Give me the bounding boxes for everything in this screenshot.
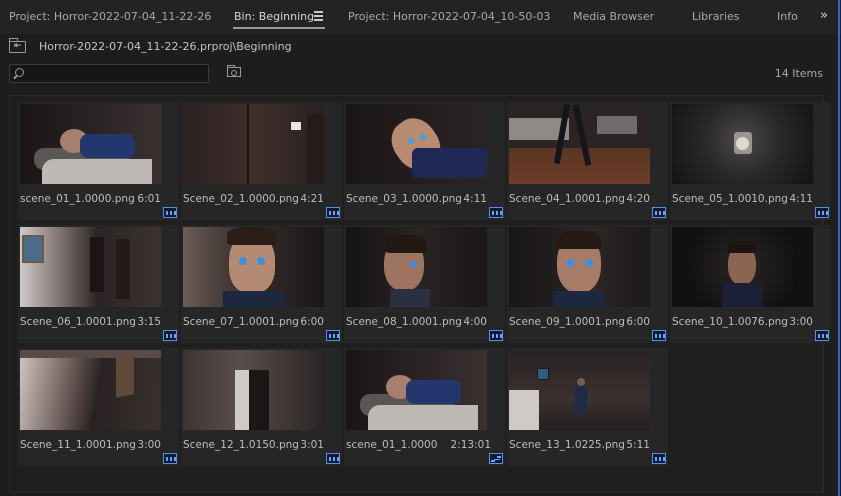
clip-duration: 3:00 (789, 316, 813, 328)
clip-thumbnail (183, 227, 324, 307)
clip-tile[interactable]: Scene_08_1.0001.png 4:00 (344, 225, 505, 343)
film-frames-icon (326, 330, 340, 341)
film-frames-icon (163, 207, 177, 218)
clip-thumbnail (183, 104, 324, 184)
clip-tile[interactable]: Scene_12_1.0150.png 3:01 (181, 348, 342, 466)
tab-info[interactable]: Info (777, 10, 798, 26)
clip-tile[interactable]: Scene_13_1.0225.png 5:11 (507, 348, 668, 466)
panel-overflow-icon[interactable]: » (820, 8, 828, 23)
clip-name: Scene_13_1.0225.png (509, 439, 625, 451)
clip-thumbnail (672, 227, 813, 307)
panel-focus-border (838, 0, 840, 496)
tab-project-horror-11-22-26[interactable]: Project: Horror-2022-07-04_11-22-26 (9, 10, 211, 26)
clip-tile[interactable]: Scene_11_1.0001.png 3:00 (18, 348, 179, 466)
clip-tile[interactable]: Scene_04_1.0001.png 4:20 (507, 102, 668, 220)
clip-thumbnail (509, 104, 650, 184)
clip-thumbnail (346, 227, 487, 307)
clip-name: Scene_06_1.0001.png (20, 316, 136, 328)
clip-duration: 3:01 (300, 439, 324, 451)
clip-name: scene_01_1.0000.png (20, 193, 135, 205)
clip-name: Scene_10_1.0076.png (672, 316, 788, 328)
clip-thumbnail (509, 350, 650, 430)
bin-path: Horror-2022-07-04_11-22-26.prproj\Beginn… (39, 40, 292, 53)
film-frames-icon (652, 453, 666, 464)
film-frames-icon (163, 453, 177, 464)
clip-name: Scene_04_1.0001.png (509, 193, 625, 205)
clip-duration: 4:11 (789, 193, 813, 205)
film-frames-icon (815, 207, 829, 218)
search-field[interactable] (9, 64, 209, 83)
clip-thumbnail (183, 350, 324, 430)
clip-duration: 4:21 (300, 193, 324, 205)
clip-thumbnail (346, 104, 487, 184)
clip-tile[interactable]: Scene_07_1.0001.png 6:00 (181, 225, 342, 343)
clip-duration: 4:20 (626, 193, 650, 205)
clip-name: scene_01_1.0000 (346, 439, 438, 451)
clip-name: Scene_02_1.0000.png (183, 193, 299, 205)
clip-thumbnail (20, 350, 161, 430)
film-frames-icon (326, 207, 340, 218)
clip-duration: 2:13:01 (450, 439, 491, 451)
clip-tile[interactable]: Scene_05_1.0010.png 4:11 (670, 102, 831, 220)
sequence-icon (489, 453, 503, 464)
tab-bin-beginning[interactable]: Bin: Beginning (234, 10, 314, 26)
clip-thumbnail (346, 350, 487, 430)
clip-thumbnail (509, 227, 650, 307)
clip-tile[interactable]: scene_01_1.0000.png 6:01 (18, 102, 179, 220)
clip-name: Scene_11_1.0001.png (20, 439, 136, 451)
clip-duration: 6:00 (300, 316, 324, 328)
navigate-up-icon[interactable]: ⇤ (9, 38, 26, 53)
film-frames-icon (815, 330, 829, 341)
clip-thumbnail (672, 104, 813, 184)
clip-name: Scene_12_1.0150.png (183, 439, 299, 451)
clip-tile[interactable]: Scene_10_1.0076.png 3:00 (670, 225, 831, 343)
clip-tile[interactable]: Scene_03_1.0000.png 4:11 (344, 102, 505, 220)
find-bin-icon[interactable] (227, 65, 241, 77)
film-frames-icon (326, 453, 340, 464)
clip-thumbnail (20, 104, 161, 184)
active-tab-indicator (233, 27, 325, 29)
clip-name: Scene_09_1.0001.png (509, 316, 625, 328)
clip-duration: 6:01 (137, 193, 161, 205)
clip-name: Scene_03_1.0000.png (346, 193, 462, 205)
film-frames-icon (489, 207, 503, 218)
clip-duration: 5:11 (626, 439, 650, 451)
clip-tile[interactable]: Scene_09_1.0001.png 6:00 (507, 225, 668, 343)
clip-name: Scene_08_1.0001.png (346, 316, 462, 328)
tab-media-browser[interactable]: Media Browser (573, 10, 654, 26)
clip-name: Scene_07_1.0001.png (183, 316, 299, 328)
clip-tile[interactable]: Scene_02_1.0000.png 4:21 (181, 102, 342, 220)
tab-libraries[interactable]: Libraries (692, 10, 740, 26)
film-frames-icon (652, 207, 666, 218)
clip-tile[interactable]: scene_01_1.0000 2:13:01 (344, 348, 505, 466)
panel-menu-icon[interactable] (314, 11, 324, 21)
film-frames-icon (489, 330, 503, 341)
clip-duration: 3:00 (137, 439, 161, 451)
clip-tile[interactable]: Scene_06_1.0001.png 3:15 (18, 225, 179, 343)
film-frames-icon (163, 330, 177, 341)
film-frames-icon (652, 330, 666, 341)
clip-duration: 4:11 (463, 193, 487, 205)
clip-duration: 3:15 (137, 316, 161, 328)
item-count: 14 Items (774, 67, 823, 80)
clip-name: Scene_05_1.0010.png (672, 193, 788, 205)
clip-duration: 6:00 (626, 316, 650, 328)
tab-project-horror-10-50-03[interactable]: Project: Horror-2022-07-04_10-50-03 (348, 10, 550, 26)
bin-icon-grid: scene_01_1.0000.png 6:01 Scene_02_1.0000… (9, 95, 831, 493)
clip-duration: 4:00 (463, 316, 487, 328)
search-icon (15, 68, 24, 77)
clip-thumbnail (20, 227, 161, 307)
search-input[interactable] (30, 66, 205, 81)
panel-tab-bar: Project: Horror-2022-07-04_11-22-26 Bin:… (0, 0, 841, 34)
